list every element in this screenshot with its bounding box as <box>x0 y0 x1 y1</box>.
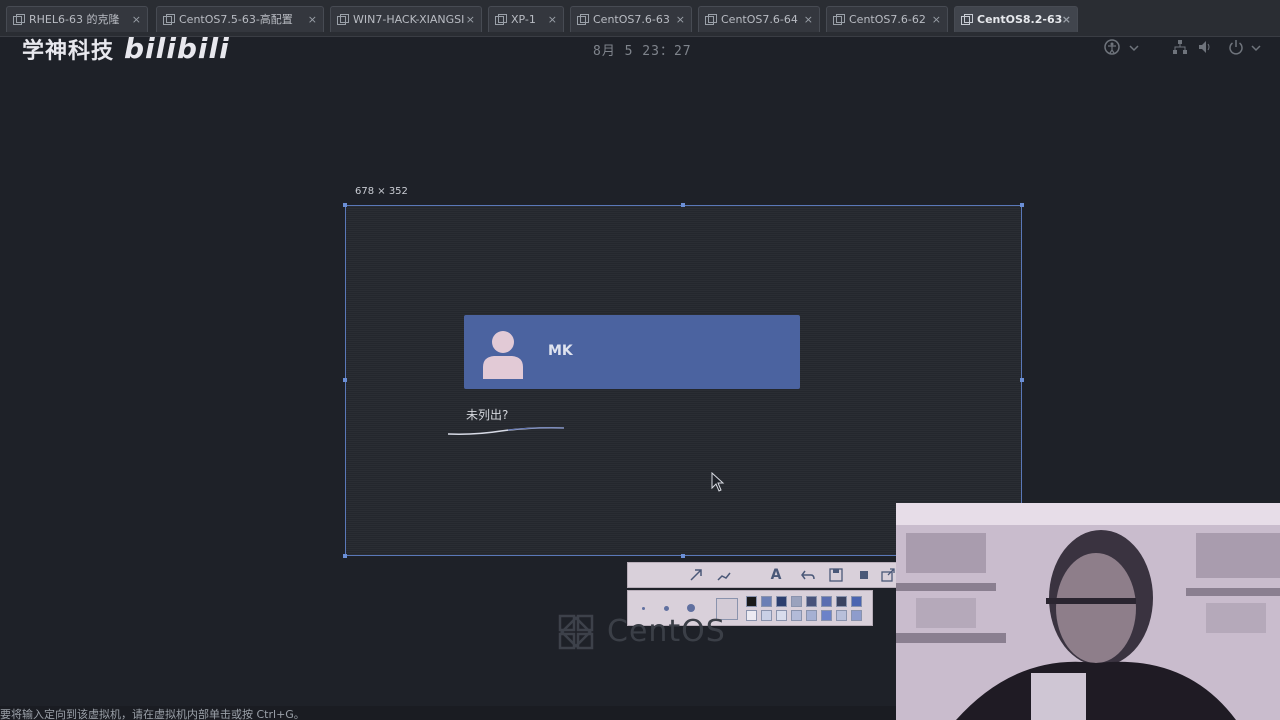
tab-label: CentOS8.2-63 <box>977 13 1063 26</box>
save-icon[interactable] <box>828 567 844 583</box>
vm-icon <box>13 14 25 25</box>
close-icon[interactable]: × <box>676 7 685 32</box>
resize-handle[interactable] <box>1020 378 1024 382</box>
size-large-option[interactable] <box>687 604 695 612</box>
tab-label: XP-1 <box>511 13 536 26</box>
vm-icon <box>495 14 507 25</box>
tab-centos7-5-63[interactable]: CentOS7.5-63-高配置 × <box>156 6 324 32</box>
resize-handle[interactable] <box>343 554 347 558</box>
vm-icon <box>961 14 973 25</box>
vm-icon <box>163 14 175 25</box>
color-swatch[interactable] <box>821 596 832 607</box>
resize-handle[interactable] <box>343 378 347 382</box>
color-swatch[interactable] <box>806 596 817 607</box>
color-swatch[interactable] <box>836 610 847 621</box>
close-icon[interactable]: × <box>548 7 557 32</box>
user-avatar-icon <box>483 331 523 379</box>
vm-icon <box>337 14 349 25</box>
resize-handle[interactable] <box>343 203 347 207</box>
size-medium-option[interactable] <box>664 606 669 611</box>
accessibility-icon[interactable] <box>1103 38 1121 56</box>
tab-label: RHEL6-63 的克隆 <box>29 13 120 26</box>
share-icon[interactable] <box>880 567 896 583</box>
channel-watermark: 学神科技 bilibili <box>22 32 230 65</box>
color-swatch[interactable] <box>806 610 817 621</box>
centos-wordmark: CentOS <box>607 614 726 649</box>
text-tool-icon[interactable]: A <box>768 567 784 583</box>
watermark-text: 学神科技 <box>22 39 115 64</box>
presenter-video <box>896 503 1280 720</box>
size-small-option[interactable] <box>642 607 645 610</box>
close-icon[interactable]: × <box>1062 7 1071 32</box>
resize-handle[interactable] <box>681 203 685 207</box>
top-bar-clock[interactable]: 8月 5 23：27 <box>593 40 692 59</box>
tab-label: CentOS7.6-64 <box>721 13 798 26</box>
color-swatch[interactable] <box>746 596 757 607</box>
resize-handle[interactable] <box>681 554 685 558</box>
tab-label: CentOS7.6-63 <box>593 13 670 26</box>
tab-xp-1[interactable]: XP-1 × <box>488 6 564 32</box>
pen-tool-icon[interactable] <box>716 567 732 583</box>
tab-centos7-6-62[interactable]: CentOS7.6-62 × <box>826 6 948 32</box>
close-icon[interactable]: × <box>132 7 141 32</box>
close-icon[interactable]: × <box>804 7 813 32</box>
color-swatch[interactable] <box>851 610 862 621</box>
not-listed-link[interactable]: 未列出? <box>466 406 508 423</box>
tab-label: CentOS7.6-62 <box>849 13 926 26</box>
annotation-toolbar: A <box>627 562 897 588</box>
color-swatch[interactable] <box>761 610 772 621</box>
color-swatch[interactable] <box>776 610 787 621</box>
tab-label: WIN7-HACK-XIANGSI <box>353 13 465 26</box>
tab-win7-hack[interactable]: WIN7-HACK-XIANGSI × <box>330 6 482 32</box>
resize-handle[interactable] <box>1020 203 1024 207</box>
chevron-down-icon[interactable] <box>1128 38 1140 56</box>
color-swatch[interactable] <box>851 596 862 607</box>
vm-icon <box>705 14 717 25</box>
user-list-item[interactable]: MK <box>464 315 800 389</box>
color-swatch[interactable] <box>776 596 787 607</box>
arrow-tool-icon[interactable] <box>688 567 704 583</box>
vm-input-hint: 要将输入定向到该虚拟机，请在虚拟机内部单击或按 Ctrl+G。 <box>0 706 900 720</box>
centos-logo-icon <box>558 614 594 650</box>
color-swatch[interactable] <box>791 596 802 607</box>
network-icon[interactable] <box>1171 38 1189 56</box>
undo-icon[interactable] <box>800 567 816 583</box>
user-name: MK <box>548 343 573 359</box>
tab-centos8-2-63[interactable]: CentOS8.2-63 × <box>954 6 1078 32</box>
color-swatch[interactable] <box>821 610 832 621</box>
tab-label: CentOS7.5-63-高配置 <box>179 13 293 26</box>
close-icon[interactable]: × <box>308 7 317 32</box>
tab-rhel6-63-clone[interactable]: RHEL6-63 的克隆 × <box>6 6 148 32</box>
tab-centos7-6-64[interactable]: CentOS7.6-64 × <box>698 6 820 32</box>
volume-icon[interactable] <box>1196 38 1214 56</box>
chevron-down-icon[interactable] <box>1250 38 1262 56</box>
bilibili-logo: bilibili <box>124 32 230 65</box>
color-swatch[interactable] <box>746 610 757 621</box>
capture-size-label: 678 × 352 <box>355 186 408 197</box>
color-swatch[interactable] <box>761 596 772 607</box>
vm-icon <box>833 14 845 25</box>
power-icon[interactable] <box>1227 38 1245 56</box>
annotation-pen-stroke <box>447 427 565 435</box>
webcam-overlay <box>896 503 1280 720</box>
cursor-icon <box>711 472 725 492</box>
color-swatch[interactable] <box>791 610 802 621</box>
cancel-icon[interactable] <box>856 567 872 583</box>
close-icon[interactable]: × <box>932 7 941 32</box>
close-icon[interactable]: × <box>466 7 475 32</box>
color-swatch[interactable] <box>836 596 847 607</box>
tab-centos7-6-63[interactable]: CentOS7.6-63 × <box>570 6 692 32</box>
vm-icon <box>577 14 589 25</box>
